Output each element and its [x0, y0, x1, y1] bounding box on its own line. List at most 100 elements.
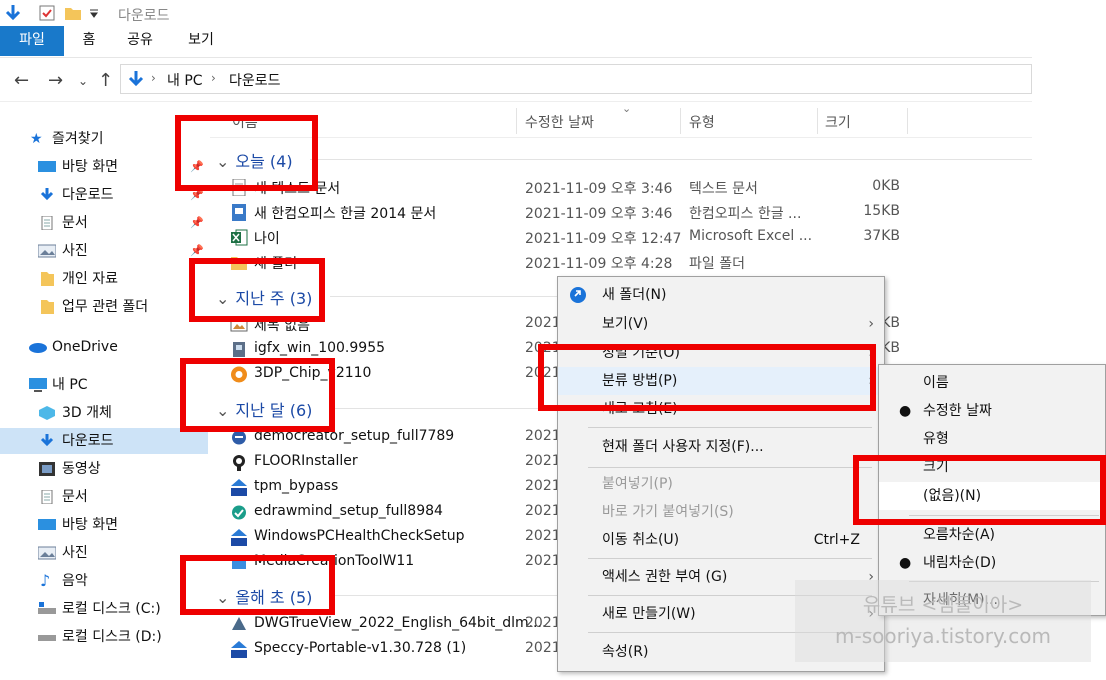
file-date: 2021	[525, 478, 561, 494]
sidebar-item-onedrive[interactable]: OneDrive	[0, 334, 208, 360]
sidebar-item-label: 로컬 디스크 (C:)	[62, 601, 161, 617]
menu-separator	[588, 467, 872, 468]
sidebar-item-label: 문서	[62, 489, 88, 505]
menu-item-customize-folder[interactable]: 현재 폴더 사용자 지정(F)...	[558, 433, 884, 461]
watermark-line-1: 유튜브 <엠돌이아>	[862, 594, 1024, 616]
new-folder-badge-icon	[570, 287, 586, 303]
file-date: 2021	[525, 553, 561, 569]
tab-share[interactable]: 공유	[120, 26, 160, 56]
menu-separator	[588, 427, 872, 428]
menu-item-view[interactable]: 보기(V) ›	[558, 310, 884, 338]
sidebar-item-videos[interactable]: 동영상	[0, 456, 208, 482]
file-row[interactable]: 새 텍스트 문서 2021-11-09 오후 3:46 텍스트 문서 0KB	[210, 175, 1032, 200]
submenu-item-date-modified[interactable]: ● 수정한 날짜	[879, 397, 1105, 425]
file-type: 텍스트 문서	[689, 181, 758, 197]
file-date: 2021-11-09 오후 3:46	[525, 206, 673, 222]
menu-item-shortcut: Ctrl+Z	[813, 532, 860, 548]
file-name: igfx_win_100.9955	[254, 340, 386, 356]
sidebar-item-3d-objects[interactable]: 3D 개체	[0, 400, 208, 426]
group-divider	[330, 296, 560, 297]
menu-item-label: 새로 만들기(W)	[602, 606, 696, 622]
windows-drive-icon	[38, 602, 56, 614]
menu-item-label: 속성(R)	[602, 644, 649, 660]
column-divider[interactable]	[680, 108, 681, 134]
sidebar-item-label: 사진	[62, 243, 88, 259]
forward-icon[interactable]: →	[48, 70, 63, 91]
sidebar-item-drive-c[interactable]: 로컬 디스크 (C:)	[0, 596, 208, 622]
computer-icon	[29, 378, 47, 392]
sidebar-item-label: 바탕 화면	[62, 159, 118, 175]
group-divider	[330, 595, 560, 596]
group-divider	[330, 408, 560, 409]
column-divider[interactable]	[516, 108, 517, 134]
back-icon[interactable]: ←	[14, 70, 29, 91]
column-divider[interactable]	[907, 108, 908, 134]
submenu-item-descending[interactable]: ● 내림차순(D)	[879, 549, 1105, 577]
column-size[interactable]: 크기	[825, 112, 851, 132]
submenu-item-name[interactable]: 이름	[879, 369, 1105, 397]
sidebar-item-label: OneDrive	[52, 339, 118, 355]
menu-item-new-folder[interactable]: 새 폴더(N)	[558, 281, 884, 309]
highlight-box	[180, 358, 335, 432]
properties-icon[interactable]	[38, 4, 56, 22]
sidebar-item-label: 내 PC	[52, 377, 88, 393]
file-size: 37KB	[863, 228, 900, 244]
down-arrow-icon[interactable]	[4, 4, 22, 22]
file-date: 2021	[525, 428, 561, 444]
menu-item-label: 붙여넣기(P)	[602, 476, 673, 492]
breadcrumb-separator-icon: ›	[211, 71, 216, 85]
desktop-icon	[38, 161, 56, 172]
file-date: 2021	[525, 640, 561, 656]
excel-file-icon	[231, 229, 248, 246]
sort-down-icon: ⌄	[622, 102, 632, 115]
tab-view[interactable]: 보기	[180, 26, 222, 56]
file-type: Microsoft Excel ...	[689, 228, 813, 244]
sidebar-item-label: 동영상	[62, 461, 101, 477]
tab-home[interactable]: 홈	[72, 26, 106, 56]
recent-locations-icon[interactable]: ⌄	[78, 74, 88, 88]
sidebar-item-label: 업무 관련 폴더	[62, 299, 149, 315]
sidebar-item-this-pc[interactable]: 내 PC	[0, 372, 208, 398]
file-name: tpm_bypass	[254, 478, 339, 494]
breadcrumb-separator-icon: ›	[151, 71, 156, 85]
up-icon[interactable]: ↑	[98, 70, 113, 91]
sidebar-item-pc-desktop[interactable]: 바탕 화면	[0, 512, 208, 538]
submenu-item-type[interactable]: 유형	[879, 425, 1105, 453]
submenu-item-ascending[interactable]: 오름차순(A)	[879, 521, 1105, 549]
sidebar-item-pc-downloads[interactable]: 다운로드	[0, 428, 208, 454]
customize-quick-access-icon[interactable]	[88, 4, 100, 22]
new-folder-icon[interactable]	[64, 4, 82, 22]
installer-icon	[233, 342, 245, 357]
file-date: 2021-11-09 오후 3:46	[525, 181, 673, 197]
film-icon	[39, 462, 55, 476]
column-type[interactable]: 유형	[689, 112, 715, 132]
sidebar-item-pc-pictures[interactable]: 사진	[0, 540, 208, 566]
sidebar-item-pictures[interactable]: 사진 📌	[0, 238, 208, 264]
sidebar-item-personal[interactable]: 개인 자료	[0, 266, 208, 292]
highlight-box	[189, 258, 325, 322]
highlight-box	[180, 555, 335, 615]
address-box[interactable]: › 내 PC › 다운로드	[120, 64, 1032, 94]
downloads-icon	[128, 71, 144, 87]
file-row[interactable]: 새 폴더 2021-11-09 오후 4:28 파일 폴더	[210, 250, 1032, 275]
sidebar-item-work[interactable]: 업무 관련 폴더	[0, 294, 208, 320]
breadcrumb-downloads[interactable]: 다운로드	[229, 70, 281, 90]
sidebar-item-music[interactable]: ♪ 음악	[0, 568, 208, 594]
installer-icon	[232, 617, 246, 630]
sidebar-item-pc-documents[interactable]: 문서	[0, 484, 208, 510]
file-row[interactable]: 나이 2021-11-09 오후 12:47 Microsoft Excel .…	[210, 225, 1032, 250]
download-icon	[40, 434, 54, 447]
menu-item-undo-move[interactable]: 이동 취소(U) Ctrl+Z	[558, 526, 884, 554]
sidebar-item-drive-d[interactable]: 로컬 디스크 (D:)	[0, 624, 208, 650]
column-divider[interactable]	[817, 108, 818, 134]
file-date: 2021	[525, 615, 561, 631]
music-note-icon: ♪	[40, 571, 51, 590]
tab-file[interactable]: 파일	[0, 26, 64, 56]
file-date: 2021	[525, 453, 561, 469]
menu-item-label: 수정한 날짜	[923, 403, 992, 419]
file-row[interactable]: 새 한컴오피스 한글 2014 문서 2021-11-09 오후 3:46 한컴…	[210, 200, 1032, 225]
column-date[interactable]: 수정한 날짜	[525, 112, 594, 132]
sidebar-item-documents[interactable]: 문서 📌	[0, 210, 208, 236]
breadcrumb-this-pc[interactable]: 내 PC	[167, 70, 203, 90]
file-size: 15KB	[863, 203, 900, 219]
